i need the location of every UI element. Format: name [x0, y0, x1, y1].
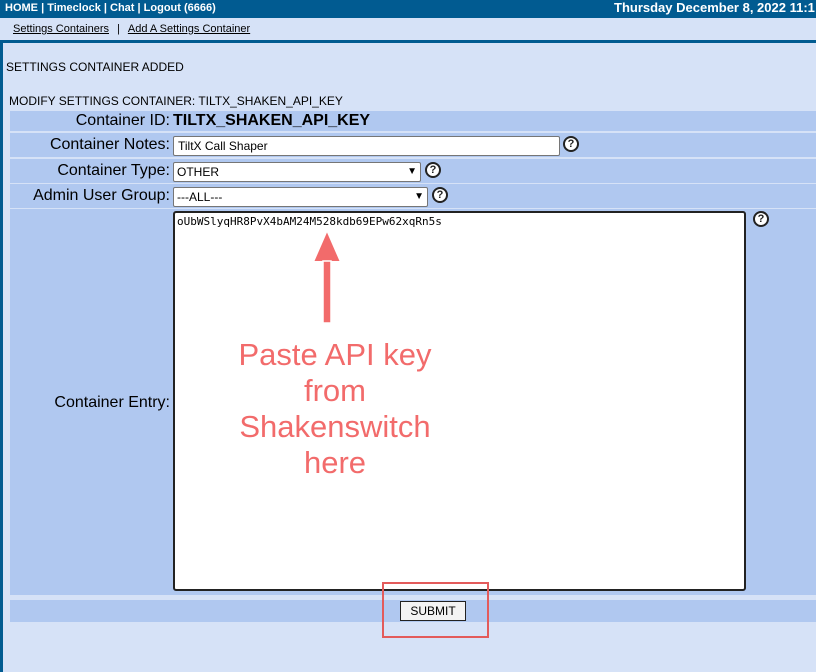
container-notes-input[interactable]: [173, 136, 560, 156]
admin-group-row: Admin User Group: ---ALL--- ▼ ?: [10, 184, 816, 208]
container-id-row: Container ID: TILTX_SHAKEN_API_KEY: [10, 111, 816, 131]
form-title: MODIFY SETTINGS CONTAINER: TILTX_SHAKEN_…: [9, 94, 343, 108]
annotation-line: Shakenswitch: [239, 409, 431, 444]
annotation-line: from: [304, 373, 366, 408]
status-message: SETTINGS CONTAINER ADDED: [6, 60, 184, 74]
admin-group-value: ---ALL---: [177, 190, 223, 204]
container-notes-row: Container Notes: ?: [10, 133, 816, 157]
logout-link[interactable]: Logout (6666): [144, 2, 216, 14]
container-type-label: Container Type:: [57, 162, 170, 179]
type-help-icon[interactable]: ?: [425, 162, 441, 178]
arrow-head: [311, 228, 343, 263]
container-type-select[interactable]: OTHER ▼: [173, 162, 421, 182]
container-notes-label: Container Notes:: [49, 136, 170, 153]
add-settings-container-link[interactable]: Add A Settings Container: [128, 23, 250, 35]
admin-group-select[interactable]: ---ALL--- ▼: [173, 187, 428, 207]
container-entry-label: Container Entry:: [54, 394, 170, 411]
current-datetime: Thursday December 8, 2022 11:1: [614, 0, 815, 15]
container-id-value: TILTX_SHAKEN_API_KEY: [173, 112, 371, 129]
settings-containers-link[interactable]: Settings Containers: [13, 23, 109, 35]
chat-link[interactable]: Chat: [110, 2, 134, 14]
container-id-label: Container ID:: [75, 112, 170, 129]
container-type-row: Container Type: OTHER ▼ ?: [10, 159, 816, 183]
submit-highlight-box: [382, 582, 489, 638]
annotation-line: Paste API key: [238, 337, 432, 372]
annotation-line: here: [303, 445, 367, 480]
notes-help-icon[interactable]: ?: [563, 136, 579, 152]
subnav-separator: |: [117, 23, 120, 35]
group-help-icon[interactable]: ?: [432, 187, 448, 203]
home-link[interactable]: HOME: [5, 2, 38, 14]
sub-nav: Settings Containers | Add A Settings Conta…: [4, 18, 816, 40]
entry-help-icon[interactable]: ?: [753, 211, 769, 227]
annotation-text: Paste API key from Shakenswitch here: [200, 337, 470, 481]
container-type-value: OTHER: [177, 165, 219, 179]
top-nav-bar: HOME | Timeclock | Chat | Logout (6666) …: [0, 0, 816, 16]
timeclock-link[interactable]: Timeclock: [47, 2, 101, 14]
chevron-down-icon: ▼: [407, 166, 417, 177]
admin-group-label: Admin User Group:: [33, 187, 170, 204]
chevron-down-icon: ▼: [414, 191, 424, 202]
annotation-arrow: [311, 228, 343, 324]
arrow-shaft: [322, 260, 332, 324]
top-nav-links: HOME | Timeclock | Chat | Logout (6666): [5, 0, 216, 16]
